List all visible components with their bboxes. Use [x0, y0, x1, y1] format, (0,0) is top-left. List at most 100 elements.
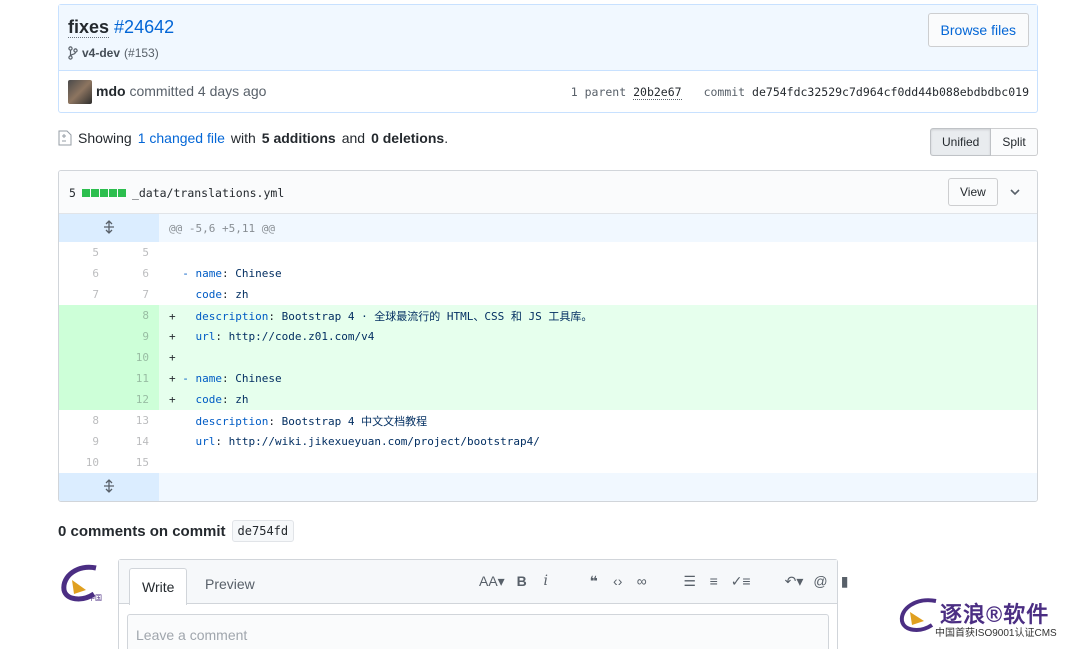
yaml-value: zh — [235, 393, 249, 406]
old-line-number[interactable] — [59, 305, 109, 326]
unified-button[interactable]: Unified — [930, 128, 992, 156]
markdown-toolbar: AA▾ B i ❝ ‹› ∞ ☰ ≡ ✓≡ ↶▾ @ ▮ — [479, 573, 852, 590]
commit-meta: mdo committed 4 days ago 1 parent 20b2e6… — [59, 71, 1037, 113]
line-code — [159, 242, 1037, 263]
bookmark-icon[interactable]: ▮ — [838, 573, 852, 590]
yaml-key: - name — [182, 267, 222, 280]
hunk-footer — [59, 473, 1037, 501]
expand-down-icon[interactable] — [59, 473, 159, 501]
tab-preview[interactable]: Preview — [205, 576, 255, 592]
yaml-key: code — [182, 393, 222, 406]
split-button[interactable]: Split — [991, 128, 1038, 156]
deletions-group: 0 deletions. — [371, 130, 448, 146]
mention-icon[interactable]: @ — [813, 573, 827, 590]
changed-files-link[interactable]: 1 changed file — [138, 130, 225, 146]
watermark-subtitle: 中国首获ISO9001认证CMS — [935, 628, 1057, 639]
new-line-number[interactable]: 14 — [109, 431, 159, 452]
new-line-number[interactable]: 13 — [109, 410, 159, 431]
commit-title-bar: fixes #24642 v4-dev (#153) Browse files — [59, 5, 1037, 71]
old-line-number[interactable]: 5 — [59, 242, 109, 263]
line-code: + description: Bootstrap 4 · 全球最流行的 HTML… — [159, 305, 1037, 326]
new-line-number[interactable]: 6 — [109, 263, 159, 284]
yaml-separator: : — [222, 393, 236, 406]
diff-view-toggle: Unified Split — [930, 128, 1038, 156]
diff-line-added: 10 + — [59, 347, 1037, 368]
parent-sha-link[interactable]: 20b2e67 — [633, 85, 682, 100]
bold-icon[interactable]: B — [515, 573, 529, 590]
italic-icon[interactable]: i — [539, 573, 553, 590]
author-line: mdo committed 4 days ago — [96, 83, 266, 99]
link-icon[interactable]: ∞ — [635, 573, 649, 590]
yaml-separator: : — [222, 267, 236, 280]
file-diff-icon[interactable] — [58, 130, 72, 146]
old-line-number[interactable]: 6 — [59, 263, 109, 284]
commit-title: fixes #24642 — [68, 17, 174, 38]
commenter-avatar-logo: 中国 — [61, 564, 102, 602]
comment-textarea[interactable]: Leave a comment — [127, 614, 829, 649]
expand-up-icon[interactable] — [59, 214, 159, 242]
yaml-separator: : — [268, 414, 282, 428]
browse-files-button[interactable]: Browse files — [927, 13, 1029, 47]
task-list-icon[interactable]: ✓≡ — [731, 573, 751, 590]
new-line-number[interactable]: 8 — [109, 305, 159, 326]
diff-line-context: 8 13 description: Bootstrap 4 中文文档教程 — [59, 410, 1037, 431]
file-diff: 5 _data/translations.yml View @@ -5,6 +5… — [58, 170, 1038, 502]
ordered-list-icon[interactable]: ≡ — [707, 573, 721, 590]
line-sign: + — [169, 309, 176, 323]
line-sign: + — [169, 372, 176, 385]
yaml-key: description — [182, 414, 269, 428]
comments-title: 0 comments on commit — [58, 522, 226, 540]
diff-line-added: 12 + code: zh — [59, 389, 1037, 410]
tab-write[interactable]: Write — [129, 568, 188, 605]
additions-count: 5 additions — [261, 130, 336, 146]
sha-block: 1 parent 20b2e67 commit de754fdc32529c7d… — [570, 85, 1029, 100]
new-line-number[interactable]: 9 — [109, 326, 159, 347]
diff-line-added: 11 + - name: Chinese — [59, 368, 1037, 389]
view-file-button[interactable]: View — [948, 178, 998, 206]
commit-label: commit — [703, 85, 746, 99]
yaml-key: - name — [182, 372, 222, 385]
hunk-text: @@ -5,6 +5,11 @@ — [159, 214, 1037, 242]
avatar[interactable] — [68, 80, 92, 104]
branch-name[interactable]: v4-dev — [82, 46, 120, 60]
parent-label: 1 parent — [570, 85, 627, 99]
old-line-number[interactable] — [59, 368, 109, 389]
diff-line-added: 9 + url: http://code.z01.com/v4 — [59, 326, 1037, 347]
new-line-number[interactable]: 10 — [109, 347, 159, 368]
old-line-number[interactable]: 7 — [59, 284, 109, 305]
author-name[interactable]: mdo — [96, 83, 126, 99]
text-size-icon[interactable]: AA▾ — [479, 573, 505, 590]
chevron-down-icon[interactable] — [1006, 183, 1024, 201]
file-path[interactable]: _data/translations.yml — [132, 186, 284, 200]
yaml-key: code — [182, 288, 222, 301]
old-line-number[interactable]: 8 — [59, 410, 109, 431]
line-code: code: zh — [159, 284, 1037, 305]
yaml-key: url — [182, 330, 216, 343]
old-line-number[interactable] — [59, 389, 109, 410]
old-line-number[interactable] — [59, 347, 109, 368]
old-line-number[interactable] — [59, 326, 109, 347]
new-line-number[interactable]: 12 — [109, 389, 159, 410]
new-line-number[interactable]: 7 — [109, 284, 159, 305]
yaml-value: http://code.z01.com/v4 — [228, 330, 375, 343]
old-line-number[interactable]: 10 — [59, 452, 109, 473]
yaml-separator: : — [222, 372, 236, 385]
reply-icon[interactable]: ↶▾ — [785, 573, 804, 590]
old-line-number[interactable]: 9 — [59, 431, 109, 452]
unordered-list-icon[interactable]: ☰ — [683, 573, 697, 590]
new-line-number[interactable]: 5 — [109, 242, 159, 263]
diff-line-context: 9 14 url: http://wiki.jikexueyuan.com/pro… — [59, 431, 1037, 452]
issue-link[interactable]: #24642 — [114, 17, 174, 37]
new-line-number[interactable]: 15 — [109, 452, 159, 473]
parent-info: 1 parent 20b2e67 — [570, 85, 682, 100]
line-code: url: http://wiki.jikexueyuan.com/project… — [159, 431, 1037, 452]
pr-number[interactable]: (#153) — [124, 46, 159, 60]
diffstat-bar — [81, 189, 126, 197]
code-icon[interactable]: ‹› — [611, 573, 625, 590]
yaml-value: Chinese — [235, 267, 282, 280]
new-line-number[interactable]: 11 — [109, 368, 159, 389]
quote-icon[interactable]: ❝ — [587, 573, 601, 590]
diffstat-count: 5 — [69, 186, 76, 200]
line-sign — [169, 456, 176, 469]
commit-time: 4 days ago — [197, 83, 267, 99]
